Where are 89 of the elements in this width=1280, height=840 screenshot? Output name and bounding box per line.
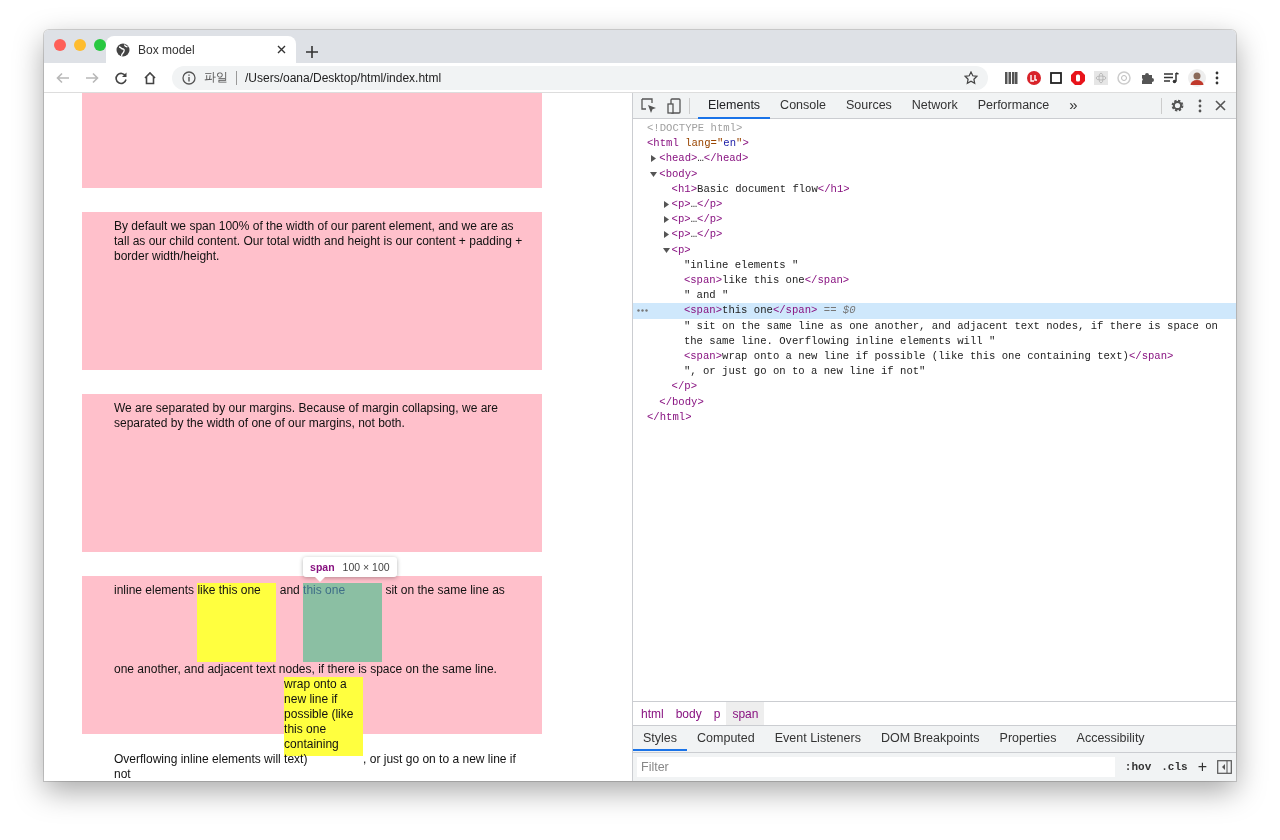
home-icon	[142, 70, 157, 85]
dom-tree-row[interactable]: <body>	[633, 166, 1236, 182]
more-menu-icon	[1215, 70, 1219, 85]
dom-tree-row[interactable]: </body>	[633, 394, 1236, 410]
info-icon	[182, 70, 196, 85]
dom-tree-row[interactable]: <span>this one</span> == $0	[633, 303, 1236, 319]
sidebar-toggle-icon	[1217, 760, 1232, 774]
dom-tree-row[interactable]: </html>	[633, 409, 1236, 426]
devtools-tab[interactable]: Console	[770, 92, 836, 119]
dom-tree-row[interactable]: " sit on the same line as one another, and adjacent text nodes, if there is space on the same line. Overflowing inline elements will "	[633, 318, 1236, 350]
paragraph-text: By default we span 100% of the width of our parent element, and we are as tall as our child content. Our total width and height is our content + padding + border width/height.	[114, 219, 524, 264]
globe-icon	[116, 42, 130, 57]
new-tab-icon	[306, 46, 318, 58]
collapsed-triangle-icon[interactable]	[662, 231, 670, 239]
sidebar-tab[interactable]: Styles	[633, 726, 688, 751]
size-label: 100 × 100	[342, 560, 390, 574]
collapsed-triangle-icon[interactable]	[662, 216, 670, 224]
sidebar-tab[interactable]: Event Listeners	[764, 726, 871, 751]
paragraph-text: one another, and adjacent text nodes, if there is space on the same line.	[114, 662, 497, 676]
breadcrumb[interactable]: body	[669, 702, 708, 725]
dom-tree-row[interactable]: <h1>Basic document flow</h1>	[633, 181, 1236, 197]
address-bar[interactable]: 파일 /Users/oana/Desktop/html/index.html	[172, 65, 988, 90]
expanded-triangle-icon[interactable]	[662, 246, 670, 254]
sidebar-tab[interactable]: Properties	[989, 726, 1067, 751]
avatar-icon	[1188, 68, 1206, 87]
devtools-tab[interactable]: Performance	[967, 92, 1060, 119]
box-text: like this one	[197, 583, 262, 598]
dom-tree-row[interactable]: <head>…</head>	[633, 151, 1236, 167]
paragraph-text: , or just go on to a new line if	[363, 752, 516, 766]
hov-button[interactable]: :hov	[1124, 761, 1152, 773]
ring-icon	[1117, 70, 1131, 85]
sidebar-tab[interactable]: Computed	[687, 726, 765, 751]
bars-icon	[1004, 70, 1018, 85]
reload-icon	[113, 70, 128, 85]
back-arrow-icon	[55, 70, 70, 85]
paragraph-text: sit on the same line as	[384, 583, 505, 597]
sidebar-tab[interactable]: Accessibility	[1066, 726, 1155, 751]
playlist-icon	[1163, 70, 1179, 85]
collapsed-triangle-icon[interactable]	[662, 201, 670, 208]
dom-tree-row[interactable]: " and "	[633, 288, 1236, 304]
inspect-icon	[641, 97, 657, 114]
paragraph-text: Overflowing inline elements will	[114, 752, 282, 766]
atom-icon	[1094, 70, 1108, 85]
breadcrumb[interactable]: span	[726, 702, 765, 725]
dom-tree-row[interactable]: <html lang="en">	[633, 136, 1236, 152]
paragraph-text: not	[114, 767, 131, 781]
forward-arrow-icon	[84, 70, 99, 85]
settings-icon	[1170, 98, 1185, 113]
cls-button[interactable]: .cls	[1161, 761, 1188, 773]
dom-tree-row[interactable]: <p>…</p>	[633, 227, 1236, 243]
tag-label: span	[310, 560, 335, 574]
square-icon	[1050, 71, 1062, 84]
devtools-tab[interactable]: Elements	[698, 92, 771, 119]
devtools-tab[interactable]: Sources	[836, 92, 902, 119]
expanded-triangle-icon[interactable]	[650, 170, 658, 178]
dom-tree-row[interactable]: ", or just go on to a new line if not"	[633, 364, 1236, 380]
dom-tree-row[interactable]: <p>	[633, 242, 1236, 258]
more-menu-icon	[1198, 98, 1202, 113]
dom-tree-row[interactable]: "inline elements "	[633, 257, 1236, 274]
paragraph-text: inline elements	[114, 583, 196, 597]
dom-tree-row[interactable]: <p>…</p>	[633, 212, 1236, 228]
more-tabs-button[interactable]: »	[1059, 92, 1088, 119]
paragraph-text: and	[278, 583, 301, 597]
letter-badge-icon	[1027, 70, 1041, 85]
url-text: /Users/oana/Desktop/html/index.html	[245, 70, 443, 85]
ellipsis-icon	[637, 309, 648, 313]
new-rule-button[interactable]: +	[1197, 758, 1207, 776]
close-icon	[1215, 100, 1226, 111]
star-icon	[964, 70, 978, 85]
paragraph-text: We are separated by our margins. Because of margin collapsing, we are separated by the width of one of our margins, not both.	[114, 401, 499, 431]
stop-hand-icon	[1071, 70, 1085, 85]
sidebar-tab[interactable]: DOM Breakpoints	[870, 726, 990, 751]
tab-title: Box model	[138, 42, 196, 57]
scheme-label: 파일	[204, 69, 228, 86]
dom-tree-row[interactable]: <span>like this one</span>	[633, 273, 1236, 289]
breadcrumb[interactable]: p	[707, 702, 727, 725]
puzzle-icon	[1140, 70, 1154, 85]
box-text: wrap onto a new line if possible (like this one containing text)	[284, 677, 355, 767]
dom-tree-row[interactable]: </p>	[633, 379, 1236, 395]
devtools-tab[interactable]: Network	[901, 92, 968, 119]
collapsed-triangle-icon[interactable]	[650, 155, 658, 163]
filter-field[interactable]: Filter	[637, 757, 1115, 777]
dom-tree-row[interactable]: <span>wrap onto a new line if possible (like this one containing text)</span>	[633, 349, 1236, 365]
close-icon	[277, 45, 286, 54]
device-toolbar-icon	[667, 97, 681, 114]
browser-tab[interactable]: Box model	[106, 36, 296, 63]
box-text: this one	[303, 583, 347, 598]
dom-tree-row[interactable]: <p>…</p>	[633, 197, 1236, 213]
breadcrumb[interactable]: html	[635, 702, 670, 725]
